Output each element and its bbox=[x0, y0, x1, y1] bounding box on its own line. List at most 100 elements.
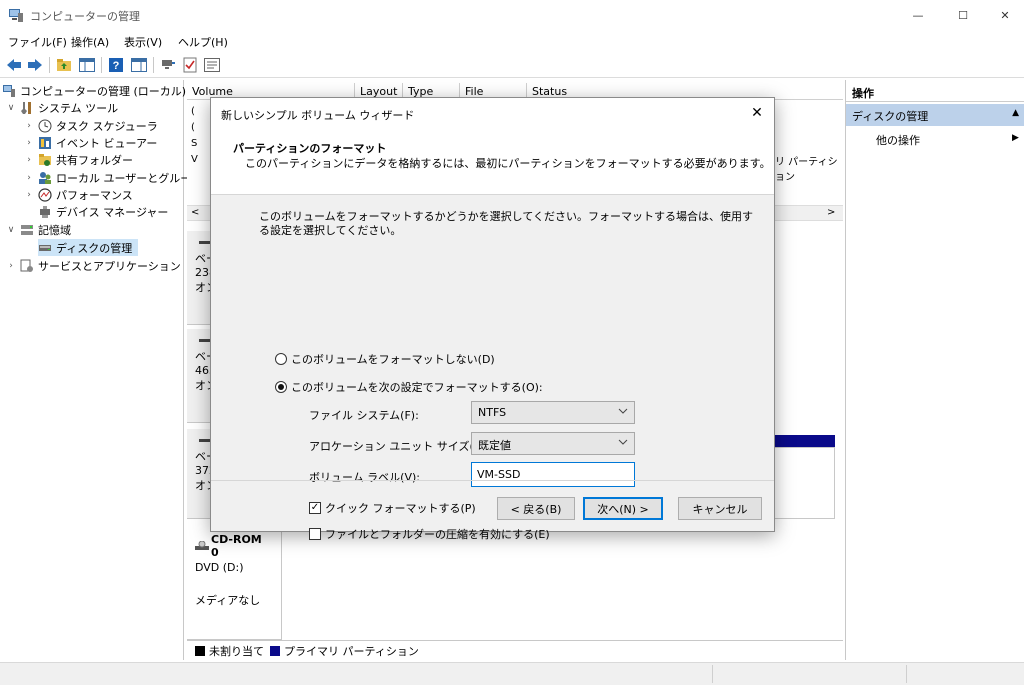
volume-row[interactable]: V bbox=[191, 152, 198, 166]
menu-help[interactable]: ヘルプ(H) bbox=[178, 34, 228, 50]
tree-label: システム ツール bbox=[38, 101, 119, 115]
allocation-unit-label: アロケーション ユニット サイズ(A): bbox=[309, 440, 490, 453]
minimize-button[interactable]: — bbox=[895, 0, 941, 30]
volume-drive-mark: ( bbox=[191, 121, 195, 133]
volume-row[interactable]: S bbox=[191, 136, 197, 150]
disk-icon bbox=[38, 241, 52, 255]
tree-item-device-manager[interactable]: デバイス マネージャー bbox=[38, 203, 168, 220]
status-bar bbox=[0, 662, 1024, 685]
cancel-button[interactable]: キャンセル bbox=[678, 497, 762, 520]
folder-up-icon[interactable] bbox=[54, 55, 74, 75]
chevron-right-icon[interactable]: › bbox=[24, 190, 34, 200]
chevron-down-icon[interactable]: ∨ bbox=[6, 103, 16, 113]
chevron-right-icon[interactable]: › bbox=[24, 138, 34, 148]
tree-item-disk-management[interactable]: ディスクの管理 bbox=[38, 239, 139, 256]
more-actions-item[interactable]: 他の操作 bbox=[876, 132, 920, 148]
forward-arrow-icon[interactable] bbox=[25, 55, 45, 75]
tree-item-services-apps[interactable]: › サービスとアプリケーション bbox=[6, 257, 181, 274]
properties-icon[interactable] bbox=[202, 55, 222, 75]
file-system-value: NTFS bbox=[478, 406, 507, 419]
tools-icon bbox=[20, 101, 34, 115]
storage-icon bbox=[20, 223, 34, 237]
dialog-title-bar: 新しいシンプル ボリューム ウィザード ✕ bbox=[211, 98, 774, 128]
computer-management-icon bbox=[2, 84, 16, 98]
scroll-left-icon[interactable]: < bbox=[191, 207, 199, 218]
partition-header-bar bbox=[773, 435, 835, 447]
chevron-right-icon[interactable]: › bbox=[24, 155, 34, 165]
dialog-heading: パーティションのフォーマット bbox=[233, 142, 387, 155]
format-partition-wizard-dialog: 新しいシンプル ボリューム ウィザード ✕ パーティションのフォーマット このパ… bbox=[210, 97, 775, 541]
chevron-down-icon bbox=[618, 406, 628, 416]
show-hide-tree-icon[interactable] bbox=[77, 55, 97, 75]
collapse-up-icon[interactable]: ▲ bbox=[1012, 108, 1019, 118]
chevron-down-icon[interactable]: ∨ bbox=[6, 225, 16, 235]
toolbar-separator bbox=[153, 57, 154, 73]
device-manager-icon bbox=[38, 205, 52, 219]
services-icon bbox=[20, 259, 34, 273]
actions-section-label: ディスクの管理 bbox=[852, 110, 929, 123]
cdrom-media: メディアなし bbox=[195, 594, 261, 607]
svg-text:?: ? bbox=[113, 60, 120, 72]
allocation-unit-value: 既定値 bbox=[478, 439, 511, 452]
radio-button-selected-icon[interactable] bbox=[275, 381, 287, 393]
cdrom-label[interactable]: CD-ROM 0 DVD (D:) メディアなし bbox=[187, 525, 282, 640]
show-action-pane-icon[interactable] bbox=[129, 55, 149, 75]
next-button[interactable]: 次へ(N) > bbox=[583, 497, 663, 520]
tree-item-local-users[interactable]: › ローカル ユーザーとグループ bbox=[24, 169, 202, 186]
tree-item-storage[interactable]: ∨ 記憶域 bbox=[6, 221, 71, 238]
volume-row[interactable]: ( bbox=[191, 104, 195, 118]
radio-format[interactable]: このボリュームを次の設定でフォーマットする(O): bbox=[275, 379, 543, 395]
connect-icon[interactable] bbox=[158, 55, 178, 75]
dialog-body: このボリュームをフォーマットするかどうかを選択してください。フォーマットする場合… bbox=[211, 196, 774, 541]
title-bar: コンピューターの管理 — ☐ ✕ bbox=[0, 0, 1024, 30]
maximize-button[interactable]: ☐ bbox=[940, 0, 986, 30]
submenu-arrow-icon: ▶ bbox=[1012, 133, 1019, 143]
menu-view[interactable]: 表示(V) bbox=[124, 34, 162, 50]
radio-no-format[interactable]: このボリュームをフォーマットしない(D) bbox=[275, 351, 495, 367]
shared-folder-icon bbox=[38, 153, 52, 167]
tree-item-shared-folders[interactable]: › 共有フォルダー bbox=[24, 151, 133, 168]
file-system-select[interactable]: NTFS bbox=[471, 401, 635, 424]
partition-block[interactable] bbox=[773, 447, 835, 519]
dialog-description: このパーティションにデータを格納するには、最初にパーティションをフォーマットする… bbox=[245, 157, 771, 170]
tree-label: 共有フォルダー bbox=[56, 153, 133, 167]
performance-icon bbox=[38, 187, 52, 202]
tree-item-event-viewer[interactable]: › イベント ビューアー bbox=[24, 134, 157, 151]
volume-drive-mark: S bbox=[191, 137, 198, 149]
tree-item-performance[interactable]: › パフォーマンス bbox=[24, 186, 133, 203]
maximize-icon: ☐ bbox=[958, 8, 968, 22]
file-system-label: ファイル システム(F): bbox=[309, 409, 419, 422]
dialog-intro-text: このボリュームをフォーマットするかどうかを選択してください。フォーマットする場合… bbox=[259, 210, 754, 237]
tree-item-system-tools[interactable]: ∨ システム ツール bbox=[6, 99, 118, 116]
tree-label: ローカル ユーザーとグループ bbox=[56, 171, 202, 185]
scroll-right-icon[interactable]: > bbox=[827, 207, 835, 218]
menu-action[interactable]: 操作(A) bbox=[71, 34, 109, 50]
menu-file[interactable]: ファイル(F) bbox=[8, 34, 67, 50]
chevron-right-icon[interactable]: › bbox=[24, 173, 34, 183]
tree-item-root[interactable]: コンピューターの管理 (ローカル) bbox=[2, 82, 186, 99]
more-actions-label: 他の操作 bbox=[876, 134, 920, 147]
dialog-title: 新しいシンプル ボリューム ウィザード bbox=[221, 109, 415, 122]
toolbar-separator bbox=[49, 57, 50, 73]
close-button[interactable]: ✕ bbox=[982, 0, 1024, 30]
chevron-right-icon[interactable]: › bbox=[6, 261, 16, 271]
dialog-close-button[interactable]: ✕ bbox=[746, 102, 768, 124]
legend: 未割り当て プライマリ パーティション bbox=[187, 640, 843, 660]
checklist-icon[interactable] bbox=[180, 55, 200, 75]
computer-management-icon bbox=[8, 7, 24, 23]
help-icon[interactable]: ? bbox=[106, 55, 126, 75]
chevron-right-icon[interactable]: › bbox=[24, 121, 34, 131]
status-separator bbox=[906, 665, 907, 683]
cdrom-type: DVD (D:) bbox=[195, 561, 244, 574]
tree-label: タスク スケジューラ bbox=[56, 119, 158, 133]
back-button[interactable]: < 戻る(B) bbox=[497, 497, 575, 520]
back-arrow-icon[interactable] bbox=[4, 55, 24, 75]
radio-button-icon[interactable] bbox=[275, 353, 287, 365]
cdrom-icon bbox=[195, 541, 209, 551]
allocation-unit-select[interactable]: 既定値 bbox=[471, 432, 635, 455]
tree-item-task-scheduler[interactable]: › タスク スケジューラ bbox=[24, 117, 158, 134]
toolbar-separator bbox=[101, 57, 102, 73]
tree-label: イベント ビューアー bbox=[56, 136, 158, 150]
volume-row[interactable]: ( bbox=[191, 120, 195, 134]
actions-section-disk-management[interactable]: ディスクの管理 ▲ bbox=[846, 104, 1024, 126]
